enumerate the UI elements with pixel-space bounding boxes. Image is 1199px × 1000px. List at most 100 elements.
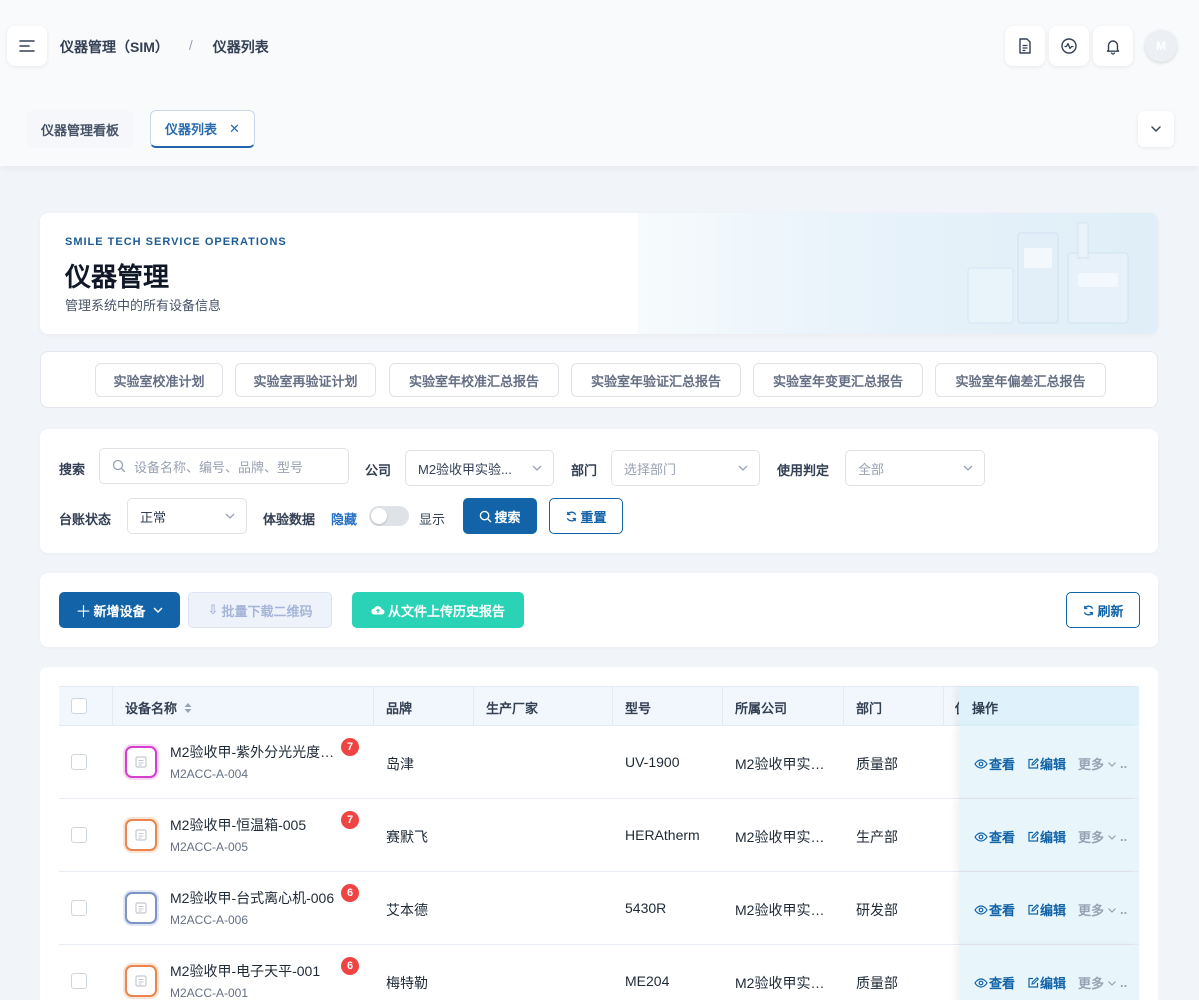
- edit-icon: [1028, 757, 1039, 769]
- row-checkbox[interactable]: [71, 754, 87, 770]
- tabs-bar: 仪器管理看板 仪器列表 ✕: [0, 92, 1199, 166]
- edit-icon: [1028, 903, 1039, 915]
- device-name[interactable]: M2验收甲-台式离心机-006: [170, 888, 334, 908]
- column-operations: 操作: [972, 701, 999, 716]
- company-cell: M2验收甲实验室: [735, 902, 831, 918]
- breadcrumb: 仪器管理（SIM） / 仪器列表: [60, 37, 269, 57]
- device-code: M2ACC-A-001: [170, 986, 249, 1000]
- device-name[interactable]: M2验收甲-恒温箱-005: [170, 815, 306, 835]
- search-button[interactable]: 搜索: [463, 498, 537, 534]
- edit-icon: [1028, 830, 1039, 842]
- device-name[interactable]: M2验收甲-电子天平-001: [170, 961, 320, 981]
- refresh-button[interactable]: 刷新: [1066, 592, 1140, 628]
- dept-select[interactable]: 选择部门: [611, 450, 760, 486]
- more-dropdown[interactable]: 更多 ..: [1078, 973, 1127, 992]
- experience-data-toggle[interactable]: [369, 506, 409, 526]
- truncation-dots: ..: [1120, 975, 1128, 990]
- page-subtitle: 管理系统中的所有设备信息: [65, 298, 222, 313]
- bell-icon: [1106, 40, 1120, 55]
- tabs-dropdown-button[interactable]: [1138, 111, 1174, 147]
- chevron-down-icon: [1108, 907, 1116, 913]
- view-link[interactable]: 查看: [974, 973, 1015, 992]
- refresh-icon: [1084, 605, 1094, 615]
- experience-data-label: 体验数据: [263, 512, 316, 527]
- device-name[interactable]: M2验收甲-紫外分光光度计-004: [170, 742, 340, 762]
- batch-download-qr-button[interactable]: ⇩ 批量下载二维码: [188, 592, 332, 628]
- view-link[interactable]: 查看: [974, 754, 1015, 773]
- brand-cell: 岛津: [386, 756, 414, 772]
- search-placeholder: 设备名称、编号、品牌、型号: [134, 459, 304, 475]
- search-input[interactable]: 设备名称、编号、品牌、型号: [99, 448, 349, 484]
- operations-cell: 查看 编辑 更多 ..: [959, 726, 1139, 798]
- tab-instrument-list[interactable]: 仪器列表 ✕: [150, 110, 255, 148]
- lab-illustration: [638, 213, 1158, 334]
- more-label: 更多: [1078, 976, 1105, 991]
- add-device-button[interactable]: ＋ 新增设备: [59, 592, 180, 628]
- instrument-icon: [135, 756, 147, 768]
- eye-icon: [974, 904, 988, 915]
- device-code: M2ACC-A-004: [170, 767, 249, 781]
- show-option[interactable]: 显示: [419, 509, 445, 528]
- annual-deviation-report-button[interactable]: 实验室年偏差汇总报告: [935, 363, 1106, 397]
- row-checkbox[interactable]: [71, 900, 87, 916]
- notification-button[interactable]: [1093, 26, 1133, 66]
- select-all-checkbox[interactable]: [71, 698, 87, 714]
- column-department: 部门: [856, 701, 883, 716]
- column-device-name[interactable]: 设备名称: [125, 698, 193, 717]
- tab-close-icon[interactable]: ✕: [229, 121, 240, 137]
- chevron-down-icon: [1151, 126, 1161, 132]
- edit-link[interactable]: 编辑: [1027, 827, 1066, 846]
- more-label: 更多: [1078, 757, 1105, 772]
- annual-validation-report-button[interactable]: 实验室年验证汇总报告: [571, 363, 741, 397]
- table-row[interactable]: M2验收甲-电子天平-001 M2ACC-A-001 6 梅特勒 ME204 M…: [59, 945, 1139, 1000]
- document-button[interactable]: [1005, 26, 1045, 66]
- more-dropdown[interactable]: 更多 ..: [1078, 754, 1127, 773]
- calibration-plan-button[interactable]: 实验室校准计划: [95, 363, 223, 397]
- dept-select-placeholder: 选择部门: [624, 461, 677, 477]
- edit-link[interactable]: 编辑: [1027, 900, 1066, 919]
- revalidation-plan-button[interactable]: 实验室再验证计划: [235, 363, 376, 397]
- reset-button[interactable]: 重置: [549, 498, 623, 534]
- view-link[interactable]: 查看: [974, 900, 1015, 919]
- ledger-select-value: 正常: [140, 509, 167, 525]
- instrument-icon: [135, 902, 147, 914]
- chevron-down-icon: [963, 465, 973, 471]
- upload-history-report-button[interactable]: 从文件上传历史报告: [352, 592, 524, 628]
- company-select[interactable]: M2验收甲实验...: [405, 450, 554, 486]
- table-row[interactable]: M2验收甲-紫外分光光度计-004 M2ACC-A-004 7 岛津 UV-19…: [59, 726, 1139, 799]
- page-title: 仪器管理: [65, 262, 170, 292]
- truncation-dots: ..: [1120, 902, 1128, 917]
- sort-icon[interactable]: [183, 702, 193, 714]
- menu-toggle-button[interactable]: [7, 26, 47, 66]
- operations-cell: 查看 编辑 更多 ..: [959, 799, 1139, 871]
- hero-kicker: SMILE TECH SERVICE OPERATIONS: [65, 236, 287, 248]
- usage-select[interactable]: 全部: [845, 450, 985, 486]
- usage-select-value: 全部: [858, 461, 885, 477]
- operations-cell: 查看 编辑 更多 ..: [959, 945, 1139, 1000]
- annual-calibration-report-button[interactable]: 实验室年校准汇总报告: [389, 363, 559, 397]
- search-icon: [480, 510, 492, 522]
- more-label: 更多: [1078, 830, 1105, 845]
- tab-instrument-dashboard[interactable]: 仪器管理看板: [27, 110, 134, 148]
- activity-button[interactable]: [1049, 26, 1089, 66]
- annual-change-report-button[interactable]: 实验室年变更汇总报告: [753, 363, 923, 397]
- chevron-down-icon: [532, 465, 542, 471]
- truncation-dots: ..: [1120, 756, 1128, 771]
- breadcrumb-root[interactable]: 仪器管理（SIM）: [60, 37, 169, 57]
- edit-link[interactable]: 编辑: [1027, 973, 1066, 992]
- avatar[interactable]: M: [1145, 30, 1177, 62]
- row-checkbox[interactable]: [71, 827, 87, 843]
- table-row[interactable]: M2验收甲-恒温箱-005 M2ACC-A-005 7 赛默飞 HERAther…: [59, 799, 1139, 872]
- more-dropdown[interactable]: 更多 ..: [1078, 900, 1127, 919]
- edit-link[interactable]: 编辑: [1027, 754, 1066, 773]
- refresh-icon: [567, 511, 577, 521]
- more-dropdown[interactable]: 更多 ..: [1078, 827, 1127, 846]
- row-checkbox[interactable]: [71, 973, 87, 989]
- table-row[interactable]: M2验收甲-台式离心机-006 M2ACC-A-006 6 艾本德 5430R …: [59, 872, 1139, 945]
- company-cell: M2验收甲实验室: [735, 829, 831, 845]
- view-link[interactable]: 查看: [974, 827, 1015, 846]
- hide-option[interactable]: 隐藏: [331, 509, 357, 528]
- operations-cell: 查看 编辑 更多 ..: [959, 872, 1139, 944]
- company-select-value: M2验收甲实验...: [418, 461, 512, 477]
- ledger-select[interactable]: 正常: [127, 498, 247, 534]
